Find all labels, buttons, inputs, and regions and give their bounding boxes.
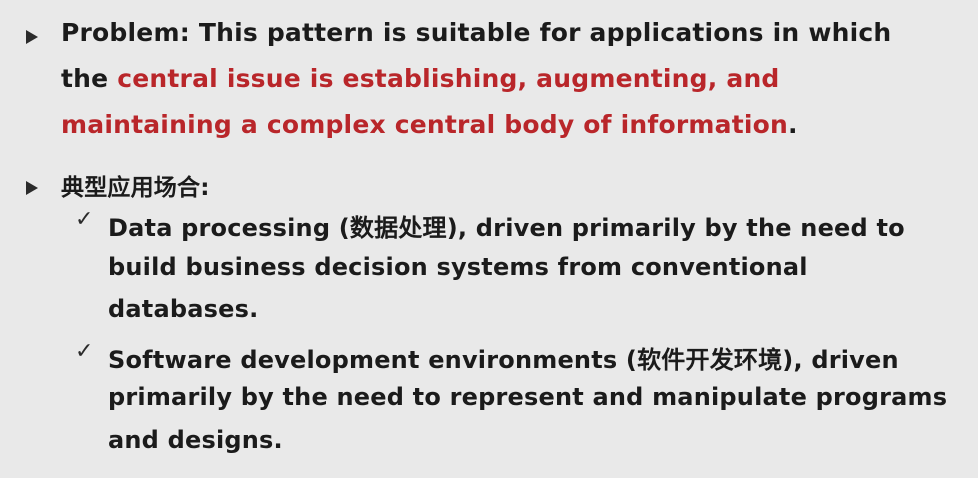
problem-bullet: Problem: This pattern is suitable for ap… [0,0,978,160]
problem-text-3-end: . [788,110,798,139]
item-2-line-2: primarily by the need to represent and m… [108,383,948,411]
item-1-line-2: build business decision systems from con… [108,253,808,281]
problem-line-1: Problem: This pattern is suitable for ap… [61,18,891,47]
checkmark-icon: ✓ [75,339,94,364]
problem-text-2-start: the [61,64,109,93]
arrow-bullet-icon [26,181,38,195]
problem-label: Problem: [61,18,190,47]
problem-line-2: the central issue is establishing, augme… [61,64,780,93]
checkmark-icon: ✓ [75,207,94,232]
typical-bullet: 典型应用场合: ✓ Data processing (数据处理), driven… [0,160,978,478]
slide-content: Problem: This pattern is suitable for ap… [0,0,978,478]
problem-highlight-2: maintaining a complex central body of in… [61,110,788,139]
item-1-line-1: Data processing (数据处理), driven primarily… [108,214,905,242]
problem-line-3: maintaining a complex central body of in… [61,110,798,139]
item-2-line-3: and designs. [108,426,283,454]
problem-highlight-1: central issue is establishing, augmentin… [117,64,780,93]
typical-heading: 典型应用场合: [61,175,210,201]
arrow-bullet-icon [26,30,38,44]
item-2-line-1: Software development environments (软件开发环… [108,346,899,374]
item-1-line-3: databases. [108,295,259,323]
problem-text-1: This pattern is suitable for application… [198,18,892,47]
